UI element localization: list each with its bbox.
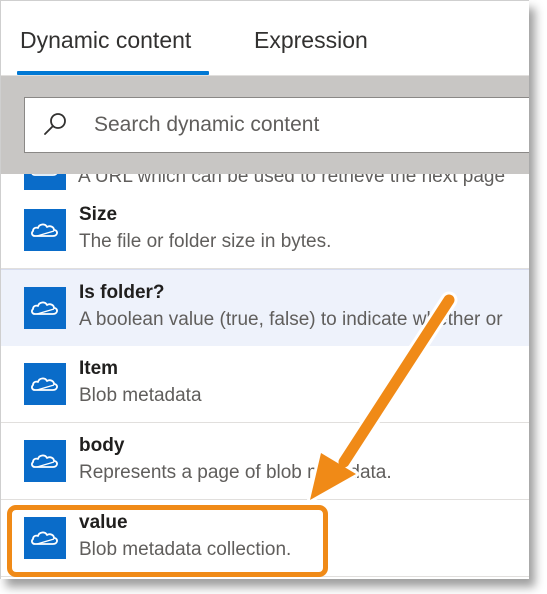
- dynamic-content-panel: Dynamic content Expression Search dynami…: [0, 0, 529, 579]
- onedrive-cloud-icon: [24, 287, 66, 329]
- list-item-desc: The file or folder size in bytes.: [79, 231, 332, 252]
- tab-dynamic-content[interactable]: Dynamic content: [20, 27, 191, 54]
- onedrive-cloud-icon: [24, 517, 66, 559]
- onedrive-cloud-icon: [24, 363, 66, 405]
- tab-expression[interactable]: Expression: [254, 27, 368, 54]
- list-item-title: Is folder?: [79, 282, 165, 303]
- list-item-size[interactable]: Size The file or folder size in bytes.: [1, 192, 529, 269]
- list-item-is-folder[interactable]: Is folder? A boolean value (true, false)…: [1, 269, 529, 347]
- list-item-desc: A boolean value (true, false) to indicat…: [79, 309, 503, 330]
- list-item-value[interactable]: value Blob metadata collection.: [1, 500, 529, 577]
- list-item-desc: Represents a page of blob metadata.: [79, 462, 392, 483]
- search-placeholder: Search dynamic content: [94, 113, 320, 136]
- onedrive-cloud-icon: [24, 174, 66, 190]
- list-item-desc: Blob metadata collection.: [79, 539, 292, 560]
- tab-bar: Dynamic content Expression: [1, 1, 529, 76]
- search-icon: [44, 113, 66, 135]
- onedrive-cloud-icon: [24, 209, 66, 251]
- onedrive-cloud-icon: [24, 440, 66, 482]
- list-item-title: value: [79, 512, 128, 533]
- list-item-next-link[interactable]: A URL which can be used to retrieve the …: [1, 174, 529, 193]
- list-item-title: body: [79, 435, 125, 456]
- list-item-desc: Blob metadata: [79, 385, 202, 406]
- list-item-item[interactable]: Item Blob metadata: [1, 346, 529, 423]
- search-input[interactable]: Search dynamic content: [24, 97, 529, 153]
- list-item-title: Item: [79, 358, 119, 379]
- list-item-body[interactable]: body Represents a page of blob metadata.: [1, 423, 529, 500]
- list-item-desc: A URL which can be used to retrieve the …: [78, 174, 506, 187]
- list-item-title: Size: [79, 204, 118, 225]
